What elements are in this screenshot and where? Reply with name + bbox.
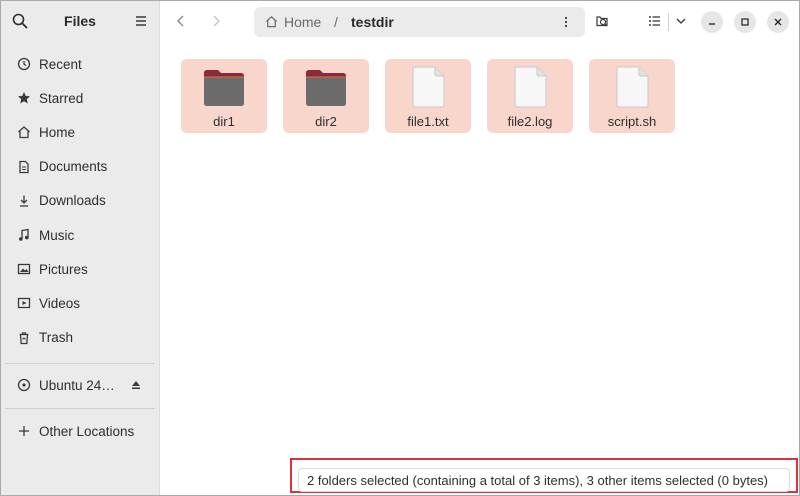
file-item-text[interactable]: file2.log (487, 59, 573, 133)
back-arrow-icon[interactable] (173, 13, 189, 29)
file-name: script.sh (607, 114, 657, 129)
file-view: dir1 dir2 file1.txt file2.log script.sh (161, 43, 799, 495)
picture-icon (17, 264, 31, 275)
folder-icon (204, 70, 244, 106)
close-icon (774, 18, 782, 26)
file-name: file1.txt (407, 114, 449, 129)
music-note-icon (19, 228, 29, 241)
home-icon (265, 16, 278, 28)
sidebar-item-other-locations[interactable]: Other Locations (1, 414, 159, 448)
view-divider (668, 13, 669, 31)
sidebar-item-ubuntu-drive[interactable]: Ubuntu 24… (1, 368, 159, 402)
minimize-button[interactable] (701, 11, 723, 33)
file-item-folder[interactable]: dir2 (283, 59, 369, 133)
file-name: file2.log (507, 114, 553, 129)
close-button[interactable] (767, 11, 789, 33)
text-file-icon (514, 66, 547, 108)
sidebar-item-home[interactable]: Home (1, 115, 159, 149)
video-icon (17, 298, 31, 309)
sidebar-item-label: Videos (39, 295, 81, 311)
plus-icon (19, 426, 29, 437)
trash-icon (19, 331, 29, 344)
file-name: dir2 (315, 114, 337, 129)
folder-icon (306, 70, 346, 106)
sidebar-item-label: Other Locations (39, 423, 135, 439)
sidebar-divider (5, 363, 155, 364)
sidebar-item-pictures[interactable]: Pictures (1, 252, 159, 286)
sidebar-item-documents[interactable]: Documents (1, 150, 159, 184)
sidebar-item-recent[interactable]: Recent (1, 47, 159, 81)
sidebar-header: Files (1, 1, 159, 41)
forward-arrow-icon[interactable] (208, 13, 224, 29)
sidebar-item-videos[interactable]: Videos (1, 286, 159, 320)
minimize-icon (709, 23, 715, 25)
sidebar-item-label: Downloads (39, 193, 106, 209)
status-text: 2 folders selected (containing a total o… (307, 473, 769, 488)
sidebar-item-starred[interactable]: Starred (1, 81, 159, 115)
eject-icon[interactable] (131, 380, 141, 390)
clock-icon (17, 57, 31, 71)
header-bar: Home / testdir (161, 1, 799, 43)
star-icon (18, 92, 30, 104)
disc-icon (17, 378, 31, 392)
sidebar-item-label: Home (39, 124, 76, 140)
file-item-script[interactable]: script.sh (589, 59, 675, 133)
sidebar-item-label: Recent (39, 56, 82, 72)
sidebar-item-label: Pictures (39, 261, 88, 277)
chevron-down-icon[interactable] (673, 13, 689, 29)
breadcrumb-separator: / (334, 14, 338, 30)
path-bar: Home / testdir (254, 7, 585, 37)
sidebar-devices: Ubuntu 24… (1, 368, 159, 402)
home-icon (18, 126, 30, 139)
file-name: dir1 (213, 114, 235, 129)
sidebar-divider (5, 408, 155, 409)
file-item-folder[interactable]: dir1 (181, 59, 267, 133)
document-icon (19, 160, 29, 173)
sidebar: Files Recent Starred Home Documents Down… (1, 1, 160, 495)
sidebar-item-trash[interactable]: Trash (1, 321, 159, 355)
sidebar-item-label: Starred (39, 90, 84, 106)
download-icon (20, 195, 28, 207)
selection-highlight: 2 folders selected (containing a total o… (290, 458, 798, 493)
maximize-button[interactable] (734, 11, 756, 33)
sidebar-item-music[interactable]: Music (1, 218, 159, 252)
text-file-icon (412, 66, 445, 108)
script-file-icon (616, 66, 649, 108)
sidebar-places: Recent Starred Home Documents Downloads … (1, 47, 159, 355)
sidebar-item-label: Music (39, 227, 75, 243)
status-bar: 2 folders selected (containing a total o… (298, 468, 790, 492)
file-item-text[interactable]: file1.txt (385, 59, 471, 133)
sidebar-item-downloads[interactable]: Downloads (1, 184, 159, 218)
breadcrumb-current[interactable]: testdir (351, 14, 394, 30)
sidebar-other: Other Locations (1, 414, 159, 448)
hamburger-menu-icon[interactable] (134, 14, 148, 28)
breadcrumb-home[interactable]: Home (284, 14, 321, 30)
sidebar-item-label: Ubuntu 24… (39, 377, 115, 393)
sidebar-item-label: Documents (39, 159, 108, 175)
search-folder-icon[interactable] (594, 13, 610, 29)
list-view-icon[interactable] (647, 13, 663, 29)
maximize-icon (741, 18, 749, 26)
sidebar-item-label: Trash (39, 330, 74, 346)
more-options-icon[interactable] (564, 16, 568, 28)
